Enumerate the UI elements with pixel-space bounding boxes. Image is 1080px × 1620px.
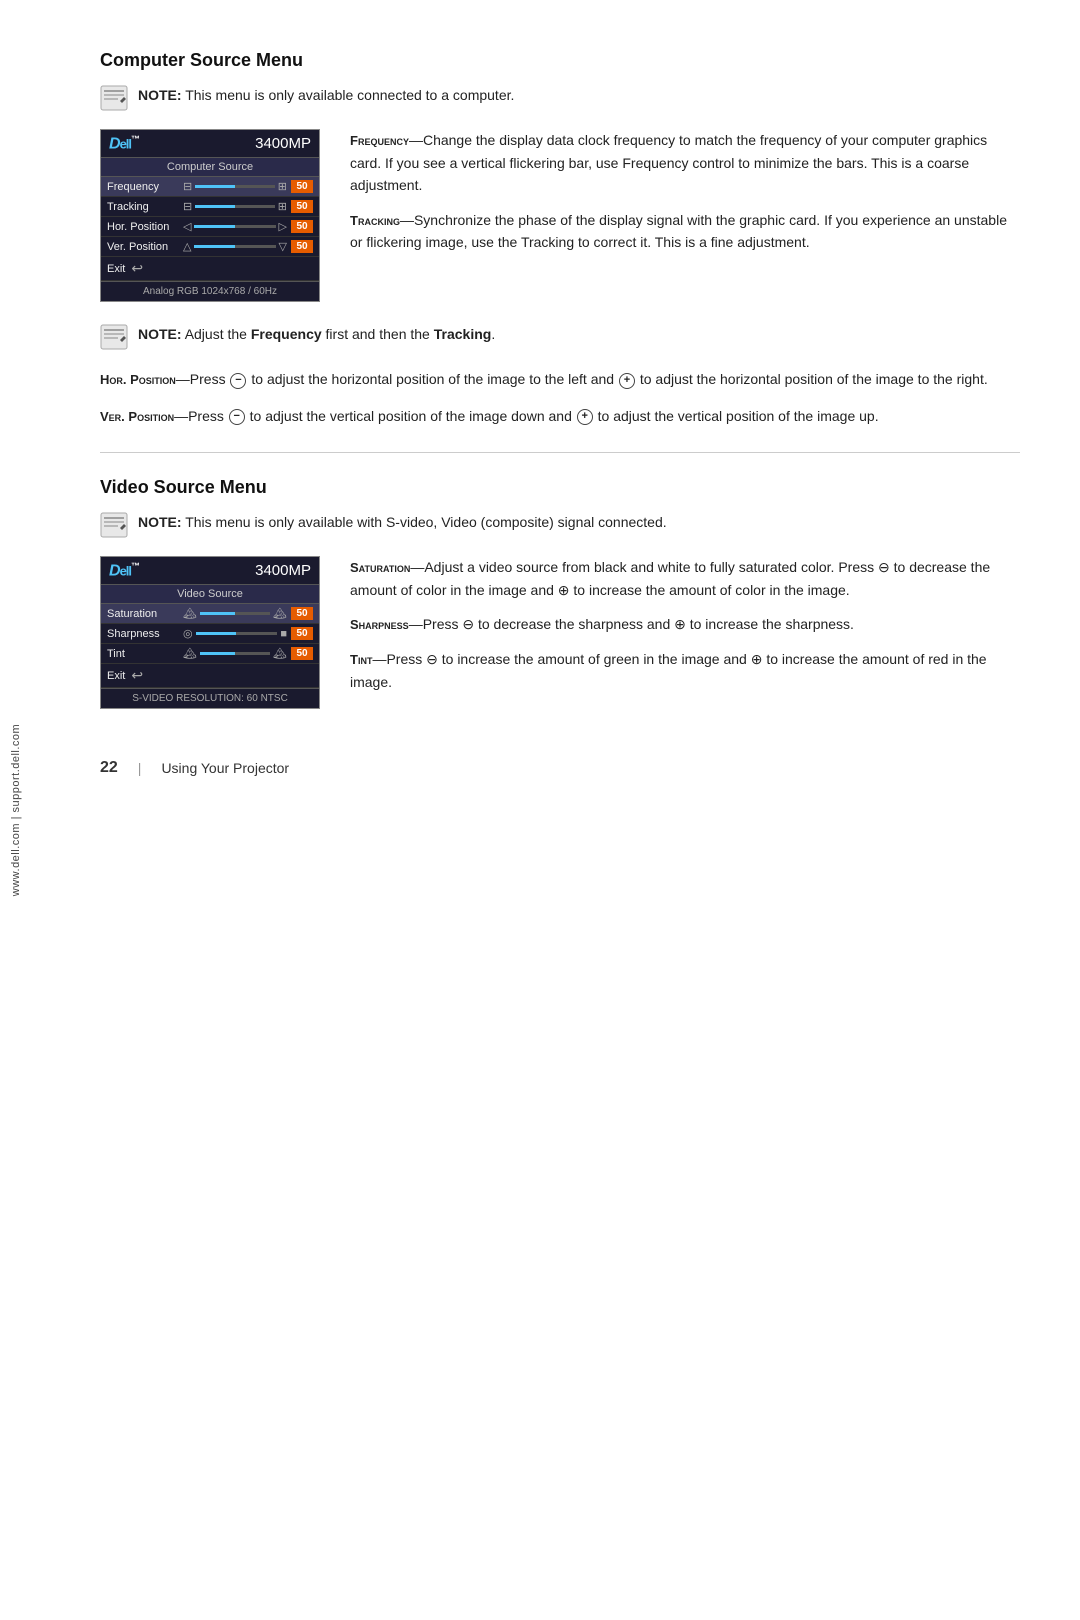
video-menu-exit: Exit ↩	[101, 664, 319, 688]
saturation-desc: —Adjust a video source from black and wh…	[350, 559, 990, 598]
menu-exit: Exit ↩	[101, 257, 319, 281]
footer-separator: |	[138, 760, 142, 776]
section-divider	[100, 452, 1020, 453]
note2-icon	[100, 324, 128, 350]
menu-footer: Analog RGB 1024x768 / 60Hz	[101, 281, 319, 301]
menu-model: 3400MP	[255, 135, 311, 152]
video-note-icon	[100, 512, 128, 538]
frequency-desc: —Change the display data clock frequency…	[350, 132, 987, 193]
dell-logo: Dell™	[109, 134, 139, 153]
page-footer: 22 | Using Your Projector	[100, 759, 1020, 777]
menu-header: Dell™ 3400MP	[101, 130, 319, 158]
computer-source-description: Frequency—Change the display data clock …	[350, 129, 1020, 266]
tracking-desc: —Synchronize the phase of the display si…	[350, 212, 1007, 251]
video-dell-logo: Dell™	[109, 561, 139, 580]
note2-label: NOTE:	[138, 326, 182, 342]
computer-source-layout: Dell™ 3400MP Computer Source Frequency ⊟…	[100, 129, 1020, 302]
note1-label: NOTE:	[138, 87, 182, 103]
menu-row-tracking: Tracking ⊟ ⊞ 50	[101, 197, 319, 217]
video-source-menu: Dell™ 3400MP Video Source Saturation 🏔 🏔…	[100, 556, 320, 709]
video-source-layout: Dell™ 3400MP Video Source Saturation 🏔 🏔…	[100, 556, 1020, 709]
menu-row-sharpness: Sharpness ◎ ■ 50	[101, 624, 319, 644]
saturation-term: Saturation	[350, 560, 410, 575]
note-icon	[100, 85, 128, 111]
tint-term: Tint	[350, 652, 372, 667]
video-source-title: Video Source Menu	[100, 477, 1020, 498]
video-source-note1: NOTE: This menu is only available with S…	[100, 512, 1020, 538]
video-note1-label: NOTE:	[138, 514, 182, 530]
menu-row-frequency: Frequency ⊟ ⊞ 50	[101, 177, 319, 197]
video-menu-subtitle: Video Source	[101, 585, 319, 604]
computer-source-title: Computer Source Menu	[100, 50, 1020, 71]
tracking-term: Tracking	[350, 213, 400, 228]
hor-position-body: Hor. Position—Press − to adjust the hori…	[100, 368, 1020, 391]
menu-row-hor-position: Hor. Position ◁ ▷ 50	[101, 217, 319, 237]
video-menu-model: 3400MP	[255, 562, 311, 579]
computer-source-note1: NOTE: This menu is only available connec…	[100, 85, 1020, 111]
menu-row-tint: Tint 🏔 🏔 50	[101, 644, 319, 664]
note2-text: Adjust the Frequency first and then the …	[185, 326, 496, 342]
video-source-description: Saturation—Adjust a video source from bl…	[350, 556, 1020, 705]
menu-row-saturation: Saturation 🏔 🏔 50	[101, 604, 319, 624]
side-text: www.dell.com | support.dell.com	[0, 0, 32, 1620]
menu-row-ver-position: Ver. Position △ ▽ 50	[101, 237, 319, 257]
computer-source-note2: NOTE: Adjust the Frequency first and the…	[100, 324, 1020, 350]
video-menu-header: Dell™ 3400MP	[101, 557, 319, 585]
sharpness-term: Sharpness	[350, 617, 409, 632]
sharpness-desc: —Press ⊖ to decrease the sharpness and ⊕…	[409, 616, 854, 632]
video-note1-text: This menu is only available with S-video…	[185, 514, 666, 530]
menu-subtitle: Computer Source	[101, 158, 319, 177]
footer-text: Using Your Projector	[161, 760, 289, 776]
computer-source-menu: Dell™ 3400MP Computer Source Frequency ⊟…	[100, 129, 320, 302]
ver-position-body: Ver. Position—Press − to adjust the vert…	[100, 405, 1020, 428]
frequency-term: Frequency	[350, 133, 409, 148]
tint-desc: —Press ⊖ to increase the amount of green…	[350, 651, 987, 690]
note1-text: This menu is only available connected to…	[185, 87, 514, 103]
video-menu-footer: S-VIDEO RESOLUTION: 60 NTSC	[101, 688, 319, 708]
page-number: 22	[100, 759, 118, 777]
